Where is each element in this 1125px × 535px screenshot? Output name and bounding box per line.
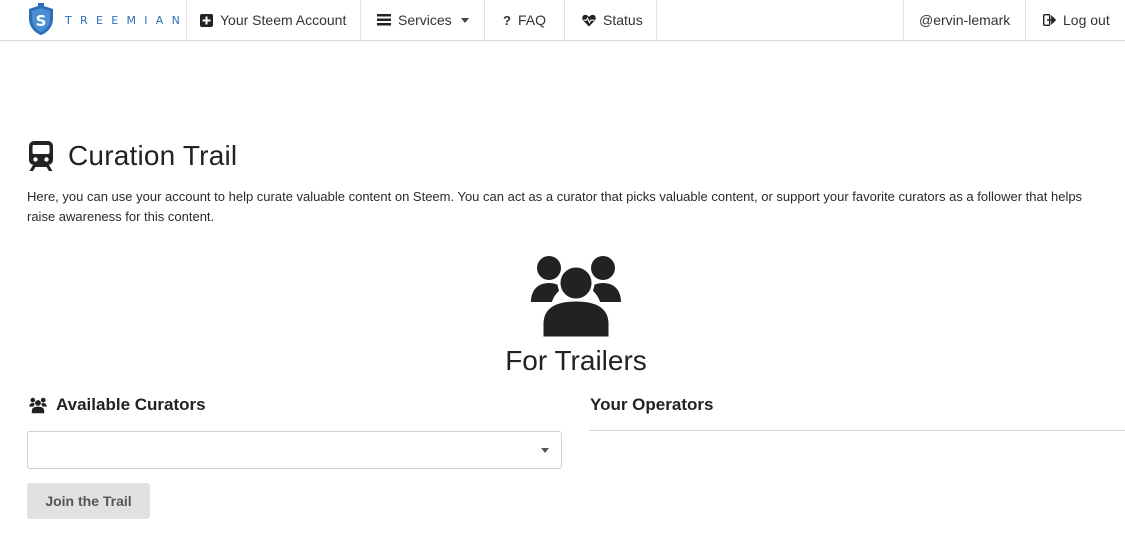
svg-text:S: S — [36, 12, 47, 30]
list-icon — [377, 14, 391, 26]
heartbeat-icon — [582, 14, 596, 27]
divider — [589, 430, 1125, 431]
chevron-down-icon — [460, 17, 469, 23]
page-title: Curation Trail — [28, 138, 237, 174]
nav-label: Your Steem Account — [220, 12, 347, 28]
logout-button[interactable]: Log out — [1043, 0, 1110, 40]
nav-label: FAQ — [517, 12, 546, 28]
intro-text: Here, you can use your account to help c… — [27, 189, 1083, 224]
page-title-text: Curation Trail — [68, 140, 238, 171]
plus-square-icon — [200, 13, 213, 27]
brand-wordmark: TREEMIAN — [65, 13, 189, 27]
users-icon — [28, 397, 48, 414]
nav-status[interactable]: Status — [582, 0, 643, 40]
question-icon: ? — [503, 12, 511, 28]
section-title: For Trailers — [505, 345, 647, 376]
sign-out-icon — [1043, 14, 1056, 26]
nav-services-dropdown[interactable]: Services — [377, 0, 469, 40]
top-navbar: S TREEMIAN Your Steem Account Services ?… — [0, 0, 1125, 41]
nav-faq[interactable]: ? FAQ — [503, 0, 546, 40]
your-operators-heading: Your Operators — [590, 393, 713, 417]
available-curators-heading: Available Curators — [28, 393, 206, 417]
steem-shield-logo-icon: S — [29, 3, 53, 35]
join-trail-button[interactable]: Join the Trail — [27, 483, 150, 519]
logout-label: Log out — [1063, 12, 1110, 28]
dropdown-caret-icon — [541, 448, 549, 453]
nav-your-steem-account[interactable]: Your Steem Account — [200, 0, 346, 40]
users-icon — [531, 256, 621, 340]
train-icon — [29, 141, 53, 171]
curator-select[interactable] — [27, 431, 562, 469]
nav-user-account[interactable]: @ervin-lemark — [919, 0, 1010, 40]
nav-label: Services — [398, 12, 452, 28]
heading-text: Your Operators — [590, 395, 714, 414]
nav-label: Status — [603, 12, 643, 28]
heading-text: Available Curators — [56, 395, 206, 414]
username-label: @ervin-lemark — [919, 12, 1011, 28]
brand-logo-link[interactable]: S TREEMIAN — [27, 0, 188, 40]
